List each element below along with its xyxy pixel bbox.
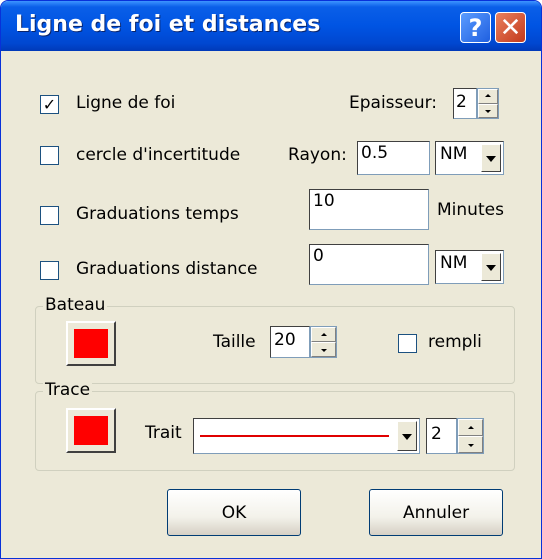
graduations-distance-value: 0 (313, 246, 324, 266)
dropdown-arrow-icon[interactable] (481, 144, 501, 172)
ligne-de-foi-checkbox[interactable]: ✓ (40, 95, 59, 114)
graduations-temps-input[interactable]: 10 (309, 189, 429, 230)
trait-style-select[interactable] (193, 418, 420, 454)
taille-spinner[interactable] (310, 326, 337, 358)
bateau-color-button[interactable] (66, 321, 116, 366)
dialog-window: Ligne de foi et distances ? ✕ ✓ Ligne de… (0, 0, 542, 559)
taille-label: Taille (213, 332, 256, 352)
close-icon: ✕ (499, 12, 522, 43)
dialog-title: Ligne de foi et distances (15, 12, 321, 37)
cancel-button[interactable]: Annuler (369, 489, 503, 536)
dropdown-arrow-icon[interactable] (397, 421, 417, 451)
trait-width-value: 2 (431, 424, 442, 444)
trace-color-swatch (74, 416, 108, 445)
ligne-de-foi-label: Ligne de foi (76, 93, 176, 113)
epaisseur-value: 2 (456, 92, 467, 112)
checkmark-icon: ✓ (42, 95, 57, 114)
spin-down-icon[interactable] (458, 436, 483, 453)
title-bar[interactable]: Ligne de foi et distances ? ✕ (1, 1, 541, 51)
trait-width-input[interactable]: 2 (426, 418, 457, 454)
epaisseur-spinner[interactable] (477, 88, 499, 119)
epaisseur-label: Epaisseur: (349, 93, 438, 113)
graduations-temps-checkbox[interactable] (40, 206, 59, 225)
trait-label: Trait (145, 423, 182, 443)
cercle-checkbox[interactable] (40, 146, 59, 165)
ok-label: OK (221, 502, 247, 523)
graduations-distance-label: Graduations distance (76, 259, 258, 279)
graduations-distance-input[interactable]: 0 (309, 244, 429, 285)
dialog-body: ✓ Ligne de foi Epaisseur: 2 cercle d'inc… (4, 51, 538, 557)
taille-input[interactable]: 20 (270, 326, 310, 358)
close-button[interactable]: ✕ (495, 12, 526, 43)
spin-down-icon[interactable] (478, 103, 498, 118)
trace-color-button[interactable] (66, 408, 116, 453)
help-button[interactable]: ? (460, 12, 491, 43)
distance-unit-value: NM (440, 253, 468, 273)
spin-up-icon[interactable] (458, 419, 483, 436)
trace-legend: Trace (43, 380, 93, 400)
spin-up-icon[interactable] (478, 89, 498, 104)
line-style-preview (200, 435, 389, 437)
rayon-unit-value: NM (440, 144, 468, 164)
rayon-input[interactable]: 0.5 (357, 141, 430, 175)
cancel-label: Annuler (402, 502, 470, 523)
graduations-temps-label: Graduations temps (76, 204, 239, 224)
minutes-label: Minutes (437, 200, 504, 220)
graduations-distance-checkbox[interactable] (40, 261, 59, 280)
rempli-checkbox[interactable] (398, 334, 417, 353)
dropdown-arrow-icon[interactable] (481, 253, 501, 281)
bateau-color-swatch (74, 329, 108, 358)
rayon-label: Rayon: (288, 145, 347, 165)
trait-width-spinner[interactable] (457, 418, 484, 454)
rempli-label: rempli (428, 332, 482, 352)
cercle-label: cercle d'incertitude (76, 145, 241, 165)
rayon-value: 0.5 (361, 143, 389, 163)
epaisseur-input[interactable]: 2 (453, 88, 477, 119)
rayon-unit-select[interactable]: NM (435, 141, 504, 175)
distance-unit-select[interactable]: NM (435, 250, 504, 284)
spin-up-icon[interactable] (311, 327, 336, 342)
taille-value: 20 (274, 330, 296, 350)
graduations-temps-value: 10 (313, 191, 335, 211)
ok-button[interactable]: OK (167, 489, 301, 536)
spin-down-icon[interactable] (311, 342, 336, 357)
question-icon: ? (468, 13, 483, 42)
bateau-legend: Bateau (43, 295, 108, 315)
